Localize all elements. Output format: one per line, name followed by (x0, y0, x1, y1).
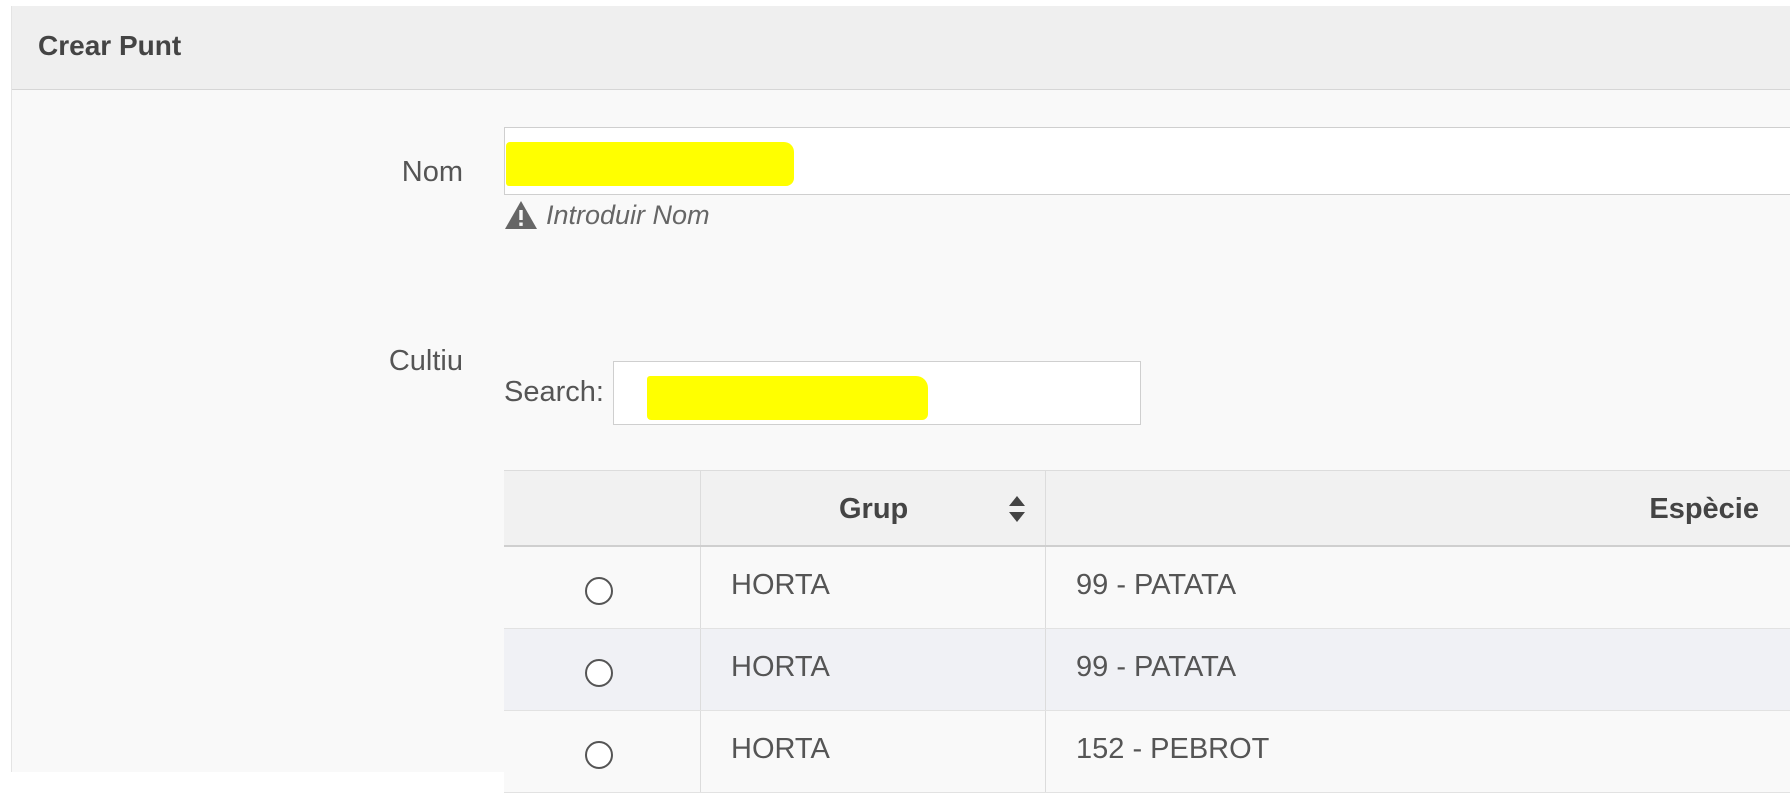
nom-hint: Introduir Nom (504, 197, 710, 233)
row-grup: HORTA (731, 651, 830, 683)
row-grup-cell: HORTA (700, 629, 1045, 710)
row-grup: HORTA (731, 569, 830, 601)
panel-header: Crear Punt (12, 6, 1790, 90)
header-especie[interactable]: Espècie (1045, 471, 1790, 545)
row-select-cell (504, 547, 700, 628)
nom-hint-text: Introduir Nom (546, 199, 710, 230)
row-grup: HORTA (731, 733, 830, 765)
row-especie: 152 - PEBROT (1076, 733, 1270, 765)
redacted-search-value (647, 376, 928, 420)
row-radio[interactable] (585, 741, 613, 769)
row-select-cell (504, 711, 700, 792)
row-especie-cell: 152 - PEBROT (1045, 711, 1790, 792)
table-row[interactable]: HORTA 152 - PEBROT (504, 711, 1790, 793)
warning-icon (505, 201, 537, 229)
cultiu-table: Grup Espècie HORTA 99 - PATATA HORTA 99 (504, 470, 1790, 793)
row-radio[interactable] (585, 659, 613, 687)
search-input[interactable] (613, 361, 1141, 425)
panel-title: Crear Punt (38, 30, 182, 61)
row-select-cell (504, 629, 700, 710)
header-grup-label: Grup (839, 493, 909, 525)
row-radio[interactable] (585, 577, 613, 605)
cultiu-label: Cultiu (388, 345, 463, 377)
row-especie: 99 - PATATA (1076, 569, 1237, 601)
header-grup[interactable]: Grup (700, 471, 1045, 545)
table-header: Grup Espècie (504, 470, 1790, 547)
header-especie-label: Espècie (1649, 493, 1759, 525)
row-grup-cell: HORTA (700, 547, 1045, 628)
redacted-nom-value (506, 142, 794, 186)
row-grup-cell: HORTA (700, 711, 1045, 792)
nom-label: Nom (401, 156, 463, 188)
table-row[interactable]: HORTA 99 - PATATA (504, 547, 1790, 629)
table-row[interactable]: HORTA 99 - PATATA (504, 629, 1790, 711)
sort-icon[interactable] (1007, 493, 1027, 525)
row-especie: 99 - PATATA (1076, 651, 1237, 683)
nom-input[interactable] (504, 127, 1790, 195)
row-especie-cell: 99 - PATATA (1045, 629, 1790, 710)
header-select-column (504, 471, 700, 545)
search-label: Search: (504, 376, 604, 408)
row-especie-cell: 99 - PATATA (1045, 547, 1790, 628)
